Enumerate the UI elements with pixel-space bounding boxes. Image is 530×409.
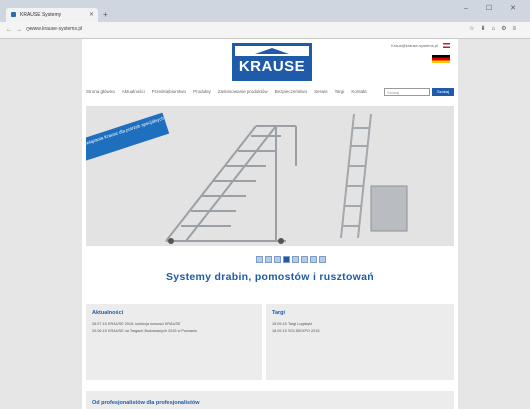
favicon-icon	[11, 12, 16, 17]
top-contact-text[interactable]: Kraus@krause-systems.pl	[391, 43, 438, 48]
slider-dot[interactable]	[310, 256, 317, 263]
address-bar-row: ←→⟳ www.krause-systems.pl ☆⬇⌂⚙≡	[0, 22, 530, 39]
slider-dots	[256, 250, 328, 268]
bottom-heading: Od profesjonalistów dla profesjonalistów	[92, 400, 200, 406]
new-tab-icon[interactable]: +	[103, 10, 108, 19]
slider-dot[interactable]	[265, 256, 272, 263]
menu-item[interactable]: Serwis	[314, 89, 328, 94]
tab-close-icon[interactable]: ✕	[89, 11, 94, 18]
menu-item[interactable]: Bezpieczeństwo	[275, 89, 308, 94]
fairs-title[interactable]: Targi	[272, 310, 285, 316]
page-viewport: KRAUSE Kraus@krause-systems.pl Strona gł…	[0, 39, 530, 409]
search-button[interactable]: Szukaj	[432, 88, 454, 96]
logo-roof-shape	[255, 48, 289, 54]
krause-logo[interactable]: KRAUSE	[232, 43, 312, 81]
news-item[interactable]: 26.07.15KRAUSE 2015: kolekcja nowości KR…	[92, 322, 180, 326]
menu-item[interactable]: Targi	[335, 89, 345, 94]
logo-text: KRAUSE	[235, 56, 309, 78]
web-page: KRAUSE Kraus@krause-systems.pl Strona gł…	[82, 39, 458, 409]
window-controls[interactable]: – ☐ ✕	[464, 4, 524, 12]
slider-dot[interactable]	[301, 256, 308, 263]
news-item[interactable]: 20.06.15KRAUSE na Targach Budowlanych 20…	[92, 329, 197, 333]
menu-item[interactable]: Zastosowanie produktów	[218, 89, 268, 94]
main-headline: Systemy drabin, pomostów i rusztowań	[166, 271, 374, 283]
bottom-panel: Od profesjonalistów dla profesjonalistów	[86, 391, 454, 409]
slider-dot[interactable]	[292, 256, 299, 263]
tab-bar: KRAUSE Systemy ✕ + – ☐ ✕	[0, 0, 530, 22]
browser-window: KRAUSE Systemy ✕ + – ☐ ✕ ←→⟳ www.krause-…	[0, 0, 530, 409]
hero-slider[interactable]: Rozwiązania Krause dla potrzeb specjalny…	[86, 106, 454, 246]
toolbar-icons[interactable]: ☆⬇⌂⚙≡	[469, 25, 522, 32]
language-flag-icon[interactable]	[443, 43, 450, 48]
menu-item[interactable]: Aktualności	[122, 89, 145, 94]
tab-title: KRAUSE Systemy	[20, 12, 62, 18]
tool-case-image	[370, 185, 408, 232]
fairs-panel: Targi 15.09.15Targi Logistyki 18.09.15SO…	[266, 304, 454, 380]
slider-dot[interactable]	[319, 256, 326, 263]
platform-ladder-image	[165, 125, 297, 242]
menu-item[interactable]: Strona główna	[86, 89, 115, 94]
fair-item[interactable]: 18.09.15SOLIDEXPO 2015	[272, 329, 319, 333]
search-input[interactable]: Szukaj	[384, 88, 430, 96]
ladder-images	[165, 113, 408, 244]
menu-item[interactable]: Przedsiębiorstwo	[152, 89, 186, 94]
slider-dot[interactable]	[283, 256, 290, 263]
browser-tab[interactable]: KRAUSE Systemy ✕	[6, 8, 98, 22]
address-bar[interactable]: www.krause-systems.pl	[30, 26, 82, 32]
news-title[interactable]: Aktualności	[92, 310, 123, 316]
slider-dot[interactable]	[256, 256, 263, 263]
extension-ladder-image	[340, 113, 372, 239]
news-panel: Aktualności 26.07.15KRAUSE 2015: kolekcj…	[86, 304, 262, 380]
menu-item[interactable]: Kontakt	[351, 89, 366, 94]
made-in-germany-icon	[432, 55, 450, 63]
slider-dot[interactable]	[274, 256, 281, 263]
menu-item[interactable]: Produkty	[193, 89, 211, 94]
fair-item[interactable]: 15.09.15Targi Logistyki	[272, 322, 312, 326]
